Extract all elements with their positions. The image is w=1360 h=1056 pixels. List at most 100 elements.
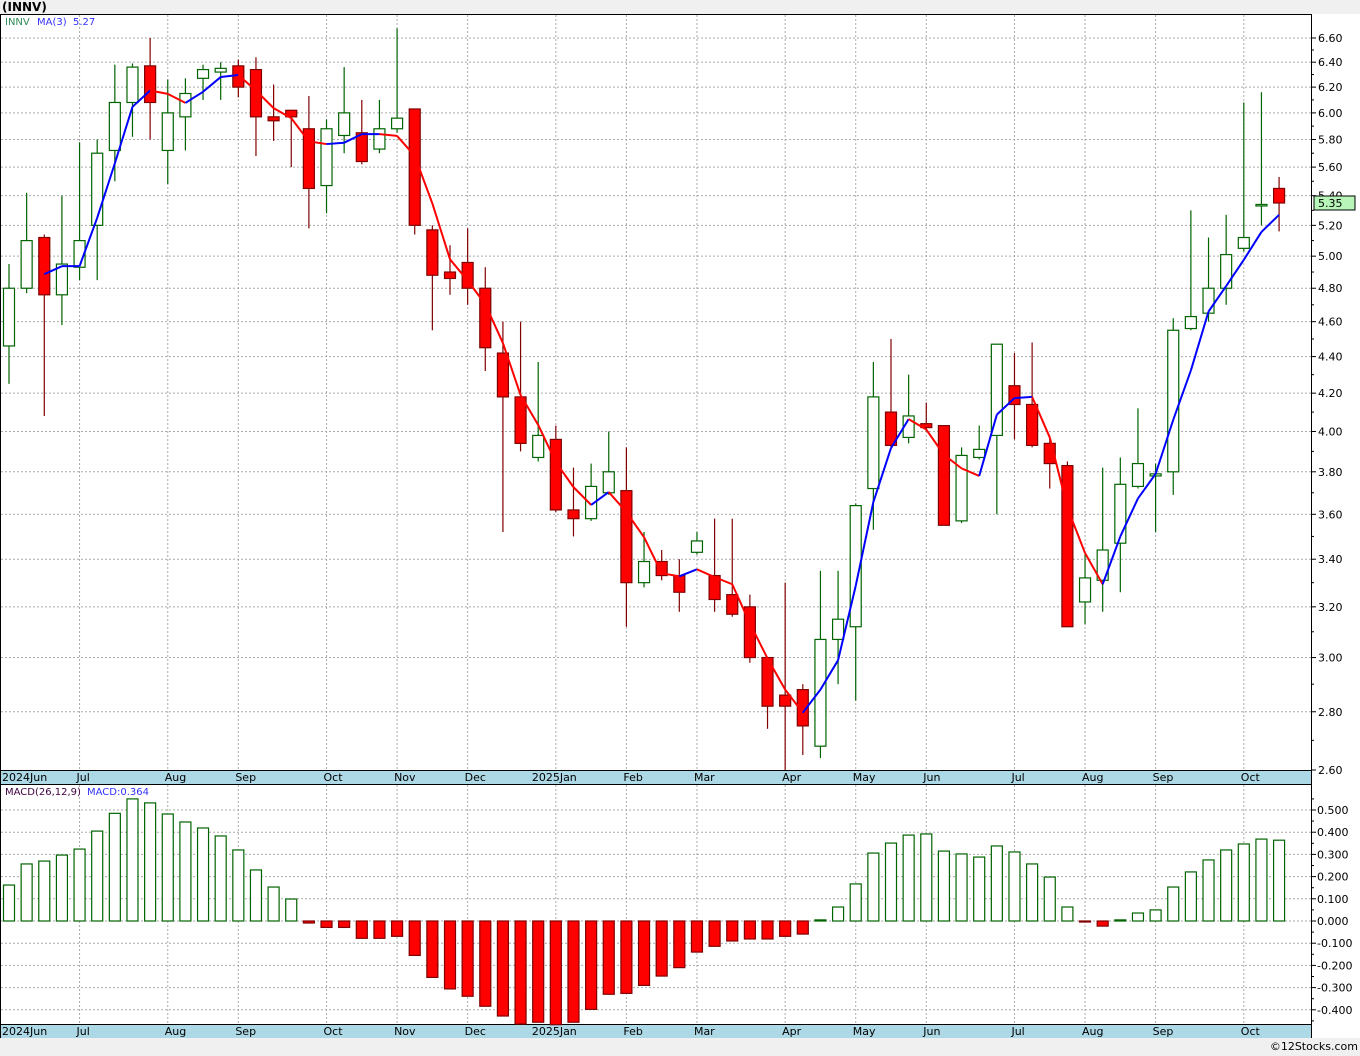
candle-up: [990, 343, 1003, 437]
macd-bar-positive: [91, 830, 104, 922]
macd-bar-positive: [1043, 876, 1056, 922]
macd-month-label: Jun: [922, 1025, 940, 1038]
macd-month-label: May: [853, 1025, 876, 1038]
macd-bar-negative: [496, 920, 510, 1017]
candle-up: [1131, 462, 1145, 488]
macd-bar-positive: [831, 906, 845, 922]
candle-up: [196, 68, 210, 79]
candle-up: [602, 471, 615, 494]
macd-tick-label: -0.100: [1317, 937, 1352, 950]
candle-down: [673, 574, 686, 593]
candle-up: [814, 638, 827, 747]
macd-bar-negative: [567, 920, 580, 1023]
price-tick-label: 3.40: [1318, 553, 1343, 566]
macd-bar-negative: [743, 920, 756, 940]
candle-down: [726, 594, 739, 615]
price-tick-label: 6.20: [1318, 81, 1343, 94]
candle-up: [1255, 203, 1268, 207]
macd-bar-positive: [179, 821, 192, 922]
macd-bar-negative: [373, 920, 386, 939]
macd-bar-positive: [884, 842, 898, 922]
macd-bar-positive: [1114, 919, 1127, 922]
candle-up: [338, 112, 351, 137]
macd-month-label: Aug: [1082, 1025, 1103, 1038]
macd-bar-negative: [408, 920, 421, 957]
price-tick-label: 2.80: [1318, 706, 1343, 719]
candle-up: [1167, 329, 1180, 473]
candle-up: [690, 540, 704, 553]
candle-up: [373, 128, 386, 150]
macd-bar-positive: [1061, 906, 1074, 922]
price-month-label: Apr: [782, 771, 802, 784]
macd-bar-negative: [302, 920, 315, 924]
macd-bar-positive: [867, 852, 880, 922]
candle-down: [620, 490, 633, 584]
macd-bar-positive: [1220, 849, 1233, 922]
macd-bar-positive: [73, 848, 86, 922]
macd-bar-positive: [937, 850, 951, 922]
price-month-label: 2025Jan: [532, 771, 577, 784]
candle-down: [937, 425, 951, 526]
macd-bar-positive: [1167, 886, 1180, 922]
candle-up: [1184, 315, 1197, 330]
legend-ma-value: 5.27: [73, 17, 95, 28]
price-tick-label: 3.60: [1318, 508, 1343, 521]
candle-down: [779, 694, 792, 707]
macd-month-label: Sep: [235, 1025, 256, 1038]
price-tick-label: 5.80: [1318, 134, 1343, 147]
macd-bar-positive: [161, 813, 174, 922]
macd-bar-positive: [108, 812, 121, 922]
macd-bar-negative: [1096, 920, 1109, 927]
macd-bar-negative: [514, 920, 527, 1025]
macd-bar-positive: [232, 849, 245, 922]
price-tick-label: 4.60: [1318, 316, 1343, 329]
macd-bar-positive: [20, 863, 33, 922]
candle-up: [20, 239, 33, 289]
macd-month-label: Sep: [1153, 1025, 1174, 1038]
macd-bar-positive: [1131, 912, 1145, 922]
macd-bar-negative: [338, 920, 351, 929]
macd-month-label: Dec: [465, 1025, 486, 1038]
candle-down: [549, 438, 562, 511]
price-tick-label: 6.00: [1318, 107, 1343, 120]
macd-bar-negative: [796, 920, 809, 935]
price-month-label: Nov: [394, 771, 416, 784]
price-month-label: Sep: [235, 771, 256, 784]
macd-bar-negative: [355, 920, 368, 939]
macd-month-label: Apr: [782, 1025, 802, 1038]
macd-bar-negative: [655, 920, 668, 977]
macd-month-label: Aug: [165, 1025, 186, 1038]
macd-bar-positive: [285, 898, 298, 922]
price-tick-label: 3.20: [1318, 601, 1343, 614]
macd-bar-negative: [708, 920, 721, 947]
macd-bar-positive: [38, 860, 51, 922]
macd-bar-positive: [2, 884, 16, 922]
price-month-label: Aug: [1082, 771, 1103, 784]
macd-bar-positive: [814, 919, 827, 922]
price-month-label: Jul: [1010, 771, 1024, 784]
macd-bar-positive: [267, 886, 280, 922]
macd-bar-negative: [549, 920, 562, 1026]
macd-bar-positive: [990, 845, 1003, 922]
macd-bar-negative: [620, 920, 633, 994]
macd-month-label: Nov: [394, 1025, 416, 1038]
price-tick-label: 5.60: [1318, 161, 1343, 174]
macd-bar-negative: [390, 920, 404, 937]
macd-tick-label: 0.400: [1317, 826, 1349, 839]
candle-down: [426, 229, 439, 276]
macd-month-label: Jul: [1010, 1025, 1024, 1038]
macd-bar-negative: [1078, 920, 1092, 923]
price-month-label: Oct: [324, 771, 344, 784]
footer-bar: [0, 1038, 1360, 1056]
macd-bar-negative: [637, 920, 651, 986]
macd-bar-negative: [726, 920, 739, 942]
candle-up: [179, 92, 192, 118]
macd-bar-negative: [426, 920, 439, 978]
macd-tick-label: -0.400: [1317, 1004, 1352, 1017]
macd-bar-negative: [532, 920, 545, 1023]
candle-down: [496, 352, 510, 398]
candle-up: [2, 287, 16, 347]
macd-tick-label: 0.500: [1317, 804, 1349, 817]
candle-up: [320, 128, 333, 187]
macd-bar-negative: [690, 920, 704, 953]
